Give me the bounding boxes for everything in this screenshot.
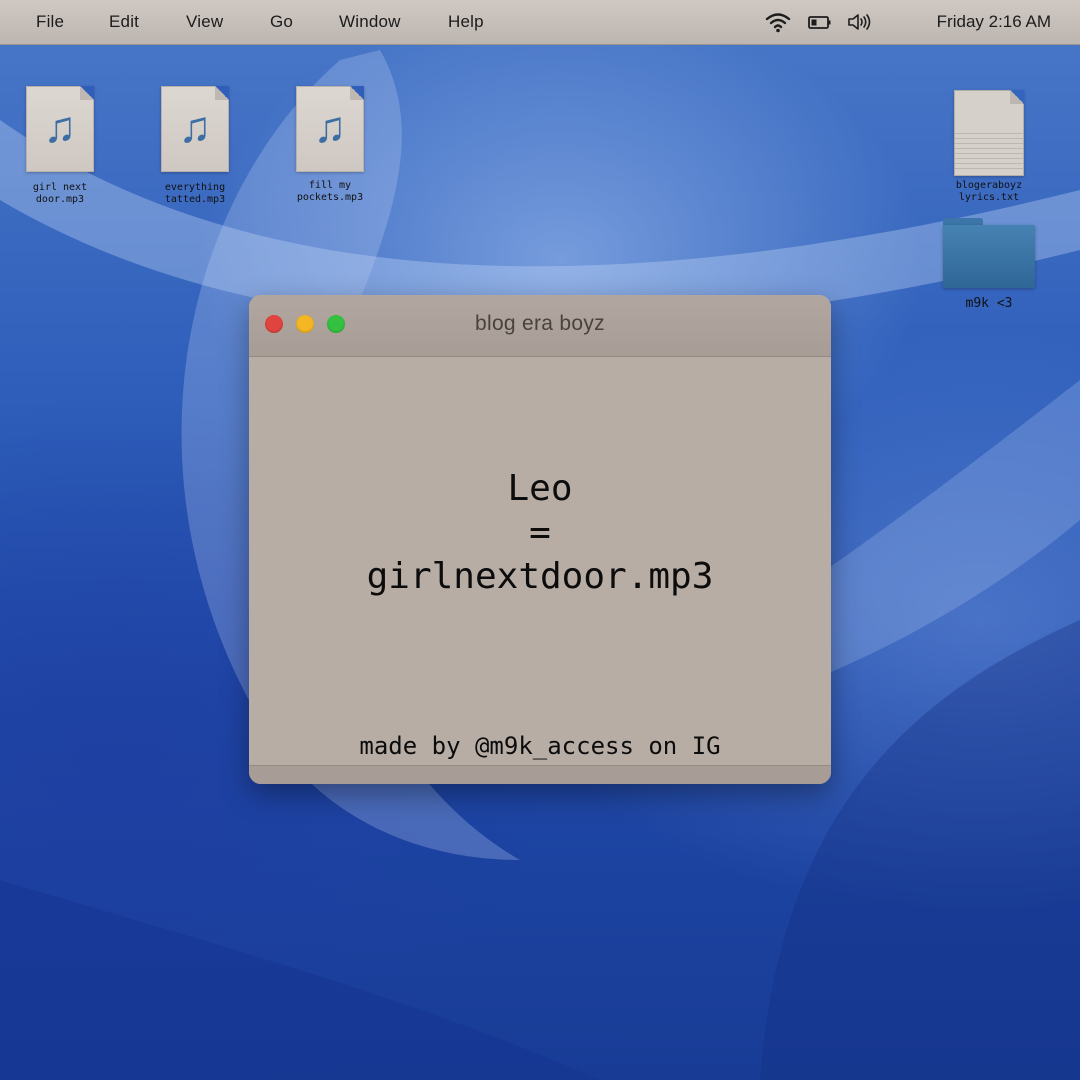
desktop-icon-label: girl next door.mp3 <box>32 182 88 205</box>
menu-view[interactable]: View <box>186 12 223 32</box>
desktop-icon-m9k-folder[interactable]: m9k <3 <box>934 218 1044 310</box>
music-note-icon: ♫ <box>43 103 77 152</box>
desktop-icon-everything-tatted[interactable]: ♫ everything tatted.mp3 <box>140 86 250 206</box>
app-window: blog era boyz Leo = girlnextdoor.mp3 mad… <box>249 295 831 784</box>
desktop-icon-lyrics-txt[interactable]: blogeraboyz lyrics.txt <box>934 90 1044 204</box>
menu-file[interactable]: File <box>36 12 64 32</box>
menu-go[interactable]: Go <box>270 12 293 32</box>
music-file-icon: ♫ <box>161 86 229 172</box>
desktop-icon-girl-next-door[interactable]: ♫ girl next door.mp3 <box>5 86 115 206</box>
window-title: blog era boyz <box>475 312 605 335</box>
music-file-icon: ♫ <box>26 86 94 172</box>
desktop-icon-label: blogeraboyz lyrics.txt <box>955 180 1023 203</box>
desktop-icon-label: m9k <3 <box>965 296 1013 311</box>
wifi-icon[interactable] <box>765 11 791 33</box>
music-note-icon: ♫ <box>313 103 347 152</box>
window-bottom-bar <box>249 765 831 784</box>
headline-name: Leo <box>507 468 573 509</box>
headline-song: girlnextdoor.mp3 <box>366 556 714 597</box>
text-file-icon <box>954 90 1024 176</box>
desktop-icon-label: fill my pockets.mp3 <box>296 180 364 203</box>
folder-body <box>943 225 1035 288</box>
desktop-icon-fill-my-pockets[interactable]: ♫ fill my pockets.mp3 <box>275 86 385 204</box>
credit-text: made by @m9k_access on IG <box>359 732 721 760</box>
menu-help[interactable]: Help <box>448 12 484 32</box>
menu-bar: File Edit View Go Window Help Friday 2:1… <box>0 0 1080 45</box>
menu-bar-clock[interactable]: Friday 2:16 AM <box>937 12 1051 32</box>
volume-icon[interactable] <box>846 11 872 33</box>
menu-edit[interactable]: Edit <box>109 12 139 32</box>
desktop-icon-label: everything tatted.mp3 <box>164 182 226 205</box>
headline-equals: = <box>529 512 551 553</box>
menu-window[interactable]: Window <box>339 12 401 32</box>
window-content: Leo = girlnextdoor.mp3 made by @m9k_acce… <box>249 357 831 765</box>
folder-icon <box>943 218 1035 288</box>
battery-icon[interactable] <box>807 11 833 33</box>
music-file-icon: ♫ <box>296 86 364 172</box>
music-note-icon: ♫ <box>178 103 212 152</box>
window-titlebar[interactable]: blog era boyz <box>249 295 831 357</box>
